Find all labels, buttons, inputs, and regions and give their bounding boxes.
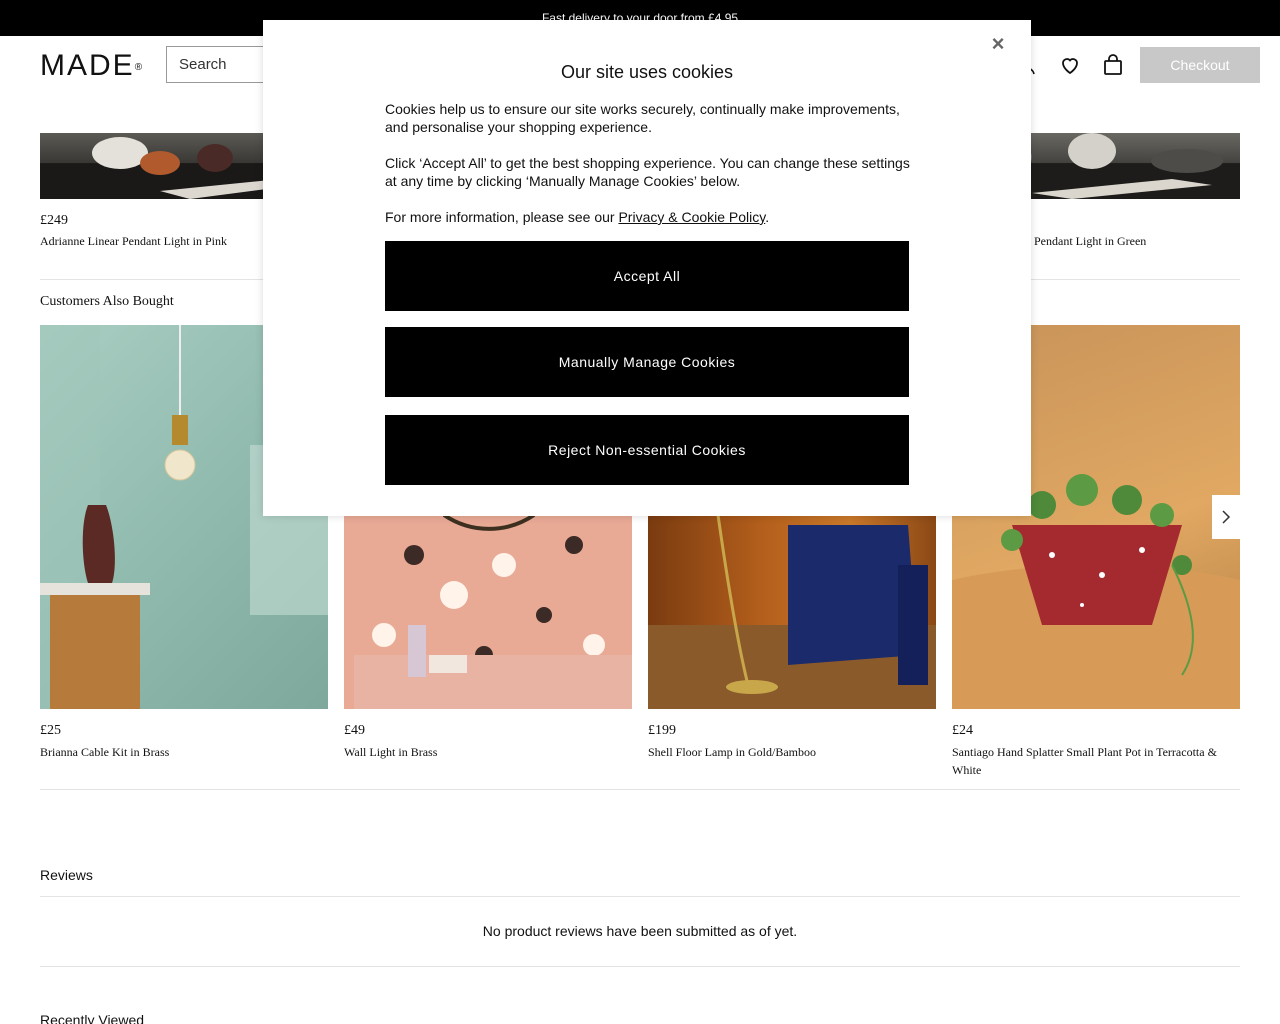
- manage-cookies-button[interactable]: Manually Manage Cookies: [385, 327, 909, 397]
- wishlist-heart-icon[interactable]: [1058, 53, 1082, 77]
- cookie-instructions-text: Click ‘Accept All’ to get the best shopp…: [385, 155, 910, 189]
- product-name[interactable]: Santiago Hand Splatter Small Plant Pot i…: [952, 743, 1240, 779]
- reviews-heading: Reviews: [40, 867, 93, 883]
- chevron-right-icon: [1222, 510, 1231, 524]
- accept-all-button[interactable]: Accept All: [385, 241, 909, 311]
- section-divider: [40, 896, 1240, 897]
- reviews-empty-message: No product reviews have been submitted a…: [482, 923, 798, 939]
- section-divider: [40, 966, 1240, 967]
- made-logo[interactable]: MADE®: [40, 50, 142, 82]
- product-price: £199: [648, 723, 676, 738]
- product-name[interactable]: Shell Floor Lamp in Gold/Bamboo: [648, 743, 936, 761]
- cookie-intro-text: Cookies help us to ensure our site works…: [385, 101, 900, 135]
- recently-viewed-heading: Recently Viewed: [40, 1012, 145, 1024]
- product-price: £25: [40, 723, 61, 738]
- privacy-cookie-policy-link[interactable]: Privacy & Cookie Policy: [618, 209, 765, 225]
- product-name[interactable]: Adrianne Linear Pendant Light in Pink: [40, 234, 227, 249]
- customers-also-bought-heading: Customers Also Bought: [40, 294, 174, 309]
- section-divider: [40, 789, 1240, 790]
- cookie-modal-title: Our site uses cookies: [560, 62, 734, 82]
- registered-mark: ®: [134, 62, 143, 73]
- close-icon[interactable]: ×: [988, 32, 1008, 56]
- product-price: £49: [344, 723, 365, 738]
- product-price: £24: [952, 723, 973, 738]
- carousel-next-button[interactable]: [1212, 495, 1240, 539]
- product-name[interactable]: Brianna Cable Kit in Brass: [40, 743, 328, 761]
- product-name[interactable]: Wall Light in Brass: [344, 743, 632, 761]
- product-price: £249: [40, 213, 68, 228]
- product-name[interactable]: Pendant Light in Green: [1034, 234, 1146, 249]
- reject-cookies-button[interactable]: Reject Non-essential Cookies: [385, 415, 909, 485]
- cookie-policy-text: For more information, please see our Pri…: [385, 209, 770, 225]
- basket-bag-icon[interactable]: [1101, 53, 1125, 77]
- checkout-button[interactable]: Checkout: [1140, 47, 1260, 83]
- cookie-consent-modal: × Our site uses cookies Cookies help us …: [263, 20, 1031, 516]
